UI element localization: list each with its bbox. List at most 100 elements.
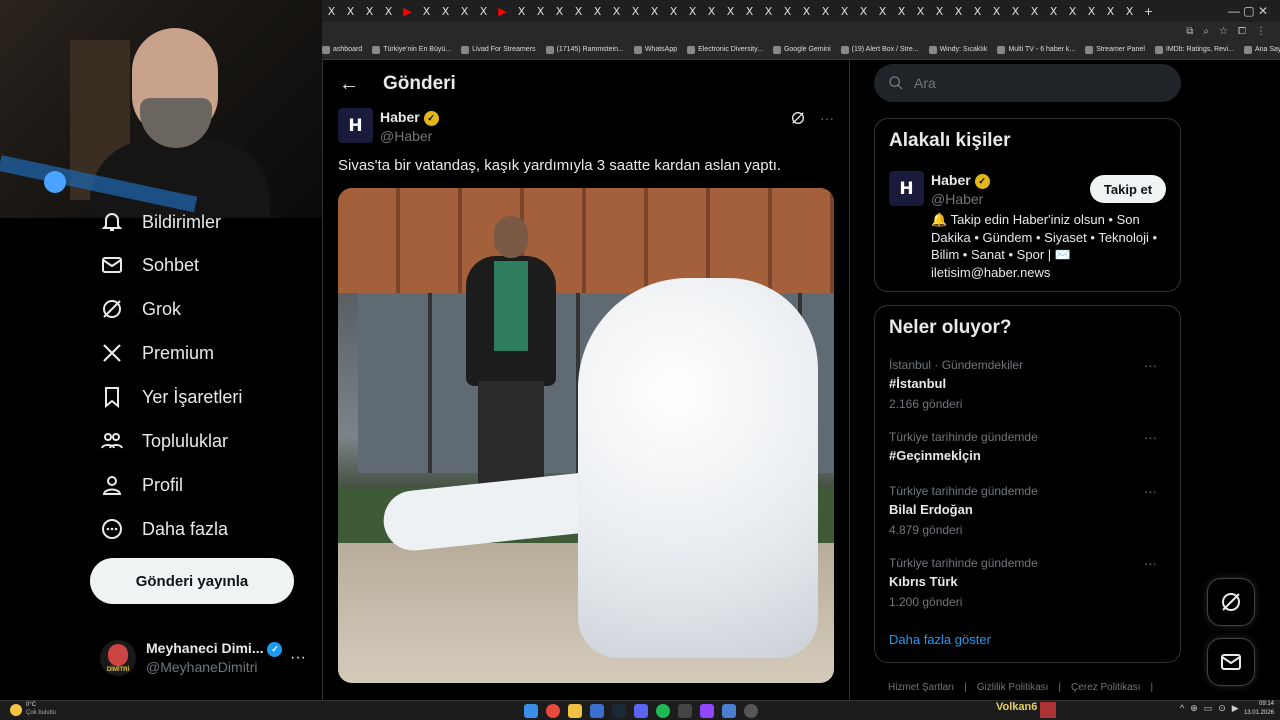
trend-item[interactable]: Türkiye tarihinde gündemde Kıbrıs Türk 1.2… — [889, 556, 1169, 609]
x-tab-icon[interactable]: X — [797, 0, 816, 22]
x-tab-icon[interactable]: X — [1101, 0, 1120, 22]
show-more-link[interactable]: Daha fazla göster — [889, 632, 991, 647]
x-tab-icon[interactable]: X — [930, 0, 949, 22]
zoom-icon[interactable]: ⌕ — [1203, 26, 1209, 37]
x-tab-icon[interactable]: X — [1006, 0, 1025, 22]
x-tab-icon[interactable]: X — [873, 0, 892, 22]
twitch-icon[interactable] — [700, 704, 714, 718]
post-more-icon[interactable]: ··· — [820, 110, 834, 126]
x-tab-icon[interactable]: X — [759, 0, 778, 22]
post-image[interactable] — [338, 188, 834, 683]
x-tab-icon[interactable]: X — [379, 0, 398, 22]
x-tab-icon[interactable]: X — [664, 0, 683, 22]
youtube-tab-icon[interactable]: ▶ — [398, 0, 417, 22]
footer-link[interactable]: Gizlilik Politikası — [977, 682, 1049, 693]
tray-icons[interactable]: ^⊕▭⊙▶ — [1180, 703, 1245, 714]
x-tab-icon[interactable]: X — [1063, 0, 1082, 22]
x-tab-icon[interactable]: X — [1025, 0, 1044, 22]
bookmark-item[interactable]: Electronic Diversity... — [687, 45, 763, 54]
star-icon[interactable]: ☆ — [1219, 26, 1228, 37]
nav-item-bell[interactable]: Bildirimler — [100, 210, 221, 234]
folder-icon[interactable] — [568, 704, 582, 718]
grok-fab[interactable] — [1207, 578, 1255, 626]
trend-item[interactable]: Türkiye tarihinde gündemde #Geçinmekİçin ·… — [889, 430, 1169, 463]
nav-item-profile[interactable]: Profil — [100, 473, 183, 497]
x-tab-icon[interactable]: X — [512, 0, 531, 22]
trend-more-icon[interactable]: ··· — [1144, 358, 1157, 373]
nav-item-bookmark[interactable]: Yer İşaretleri — [100, 385, 242, 409]
trend-more-icon[interactable]: ··· — [1144, 556, 1157, 571]
x-tab-icon[interactable]: X — [911, 0, 930, 22]
author-avatar[interactable]: H — [338, 108, 373, 143]
footer-link[interactable]: Hizmet Şartları — [888, 682, 954, 693]
nav-item-grok[interactable]: Grok — [100, 297, 181, 321]
bookmark-item[interactable]: Türkiye'nin En Büyü... — [372, 45, 451, 54]
cast-icon[interactable]: ⧉ — [1186, 26, 1193, 37]
nav-item-communities[interactable]: Topluluklar — [100, 429, 228, 453]
bookmark-item[interactable]: (19) Alert Box / Stre... — [840, 45, 919, 54]
youtube-tab-icon[interactable]: ▶ — [493, 0, 512, 22]
x-tab-icon[interactable]: X — [607, 0, 626, 22]
bookmark-item[interactable]: Multi TV - 6 haber k... — [997, 45, 1075, 54]
app-icon[interactable] — [722, 704, 736, 718]
app-icon[interactable] — [590, 704, 604, 718]
x-tab-icon[interactable]: X — [702, 0, 721, 22]
related-name[interactable]: Haber — [931, 172, 971, 188]
app-icon[interactable] — [678, 704, 692, 718]
x-tab-icon[interactable]: X — [360, 0, 379, 22]
x-tab-icon[interactable]: X — [531, 0, 550, 22]
x-tab-icon[interactable]: X — [1120, 0, 1139, 22]
x-tab-icon[interactable]: X — [816, 0, 835, 22]
trend-item[interactable]: İstanbul · Gündemdekiler #İstanbul 2.166 g… — [889, 358, 1169, 411]
x-tab-icon[interactable]: X — [949, 0, 968, 22]
x-tab-icon[interactable]: X — [341, 0, 360, 22]
bookmark-item[interactable]: Livad For Streamers — [461, 45, 536, 54]
menu-icon[interactable]: ⋮ — [1256, 26, 1266, 37]
account-switcher[interactable]: DİMİTRİ Meyhaneci Dimi... ✓ @MeyhaneDimit… — [100, 636, 310, 680]
trend-more-icon[interactable]: ··· — [1144, 430, 1157, 445]
window-controls[interactable]: — ▢ ✕ — [1228, 4, 1280, 18]
discord-icon[interactable] — [634, 704, 648, 718]
bookmark-item[interactable]: Google Gemini — [772, 45, 831, 54]
nav-item-x-logo[interactable]: Premium — [100, 341, 214, 365]
x-tab-icon[interactable]: X — [550, 0, 569, 22]
bookmark-item[interactable]: Ana Sayfa • HBO Max — [1243, 45, 1280, 54]
x-tab-icon[interactable]: X — [721, 0, 740, 22]
x-tab-icon[interactable]: X — [626, 0, 645, 22]
x-tab-icon[interactable]: X — [322, 0, 341, 22]
search-input[interactable]: Ara — [874, 64, 1181, 102]
nav-item-more-circle[interactable]: Daha fazla — [100, 517, 228, 541]
trend-item[interactable]: Türkiye tarihinde gündemde Bilal Erdoğan 4… — [889, 484, 1169, 537]
x-tab-icon[interactable]: X — [892, 0, 911, 22]
x-tab-icon[interactable]: X — [740, 0, 759, 22]
follow-button[interactable]: Takip et — [1090, 175, 1166, 203]
x-tab-icon[interactable]: X — [436, 0, 455, 22]
account-more-icon[interactable]: ··· — [290, 649, 306, 667]
chrome-icon[interactable] — [546, 704, 560, 718]
start-icon[interactable] — [524, 704, 538, 718]
new-tab-button[interactable]: + — [1139, 0, 1158, 22]
bookmark-item[interactable]: (17145) Rammstein... — [545, 45, 624, 54]
bookmark-item[interactable]: IMDb: Ratings, Revi... — [1154, 45, 1234, 54]
x-tab-icon[interactable]: X — [968, 0, 987, 22]
x-tab-icon[interactable]: X — [588, 0, 607, 22]
x-tab-icon[interactable]: X — [569, 0, 588, 22]
x-tab-icon[interactable]: X — [474, 0, 493, 22]
x-tab-icon[interactable]: X — [1082, 0, 1101, 22]
x-tab-icon[interactable]: X — [645, 0, 664, 22]
bookmark-item[interactable]: Windy: Sıcaklık — [928, 45, 987, 54]
footer-link[interactable]: Çerez Politikası — [1071, 682, 1140, 693]
x-tab-icon[interactable]: X — [987, 0, 1006, 22]
messages-fab[interactable] — [1207, 638, 1255, 686]
x-tab-icon[interactable]: X — [417, 0, 436, 22]
extensions-icon[interactable]: ⧠ — [1238, 26, 1246, 37]
x-tab-icon[interactable]: X — [683, 0, 702, 22]
back-arrow-icon[interactable]: ← — [339, 73, 359, 96]
post-button[interactable]: Gönderi yayınla — [90, 558, 294, 604]
x-tab-icon[interactable]: X — [1044, 0, 1063, 22]
bookmark-item[interactable]: Streamer Panel — [1085, 45, 1145, 54]
trend-more-icon[interactable]: ··· — [1144, 484, 1157, 499]
steam-icon[interactable] — [612, 704, 626, 718]
author-name[interactable]: Haber — [380, 109, 420, 125]
related-avatar[interactable]: H — [889, 171, 924, 206]
